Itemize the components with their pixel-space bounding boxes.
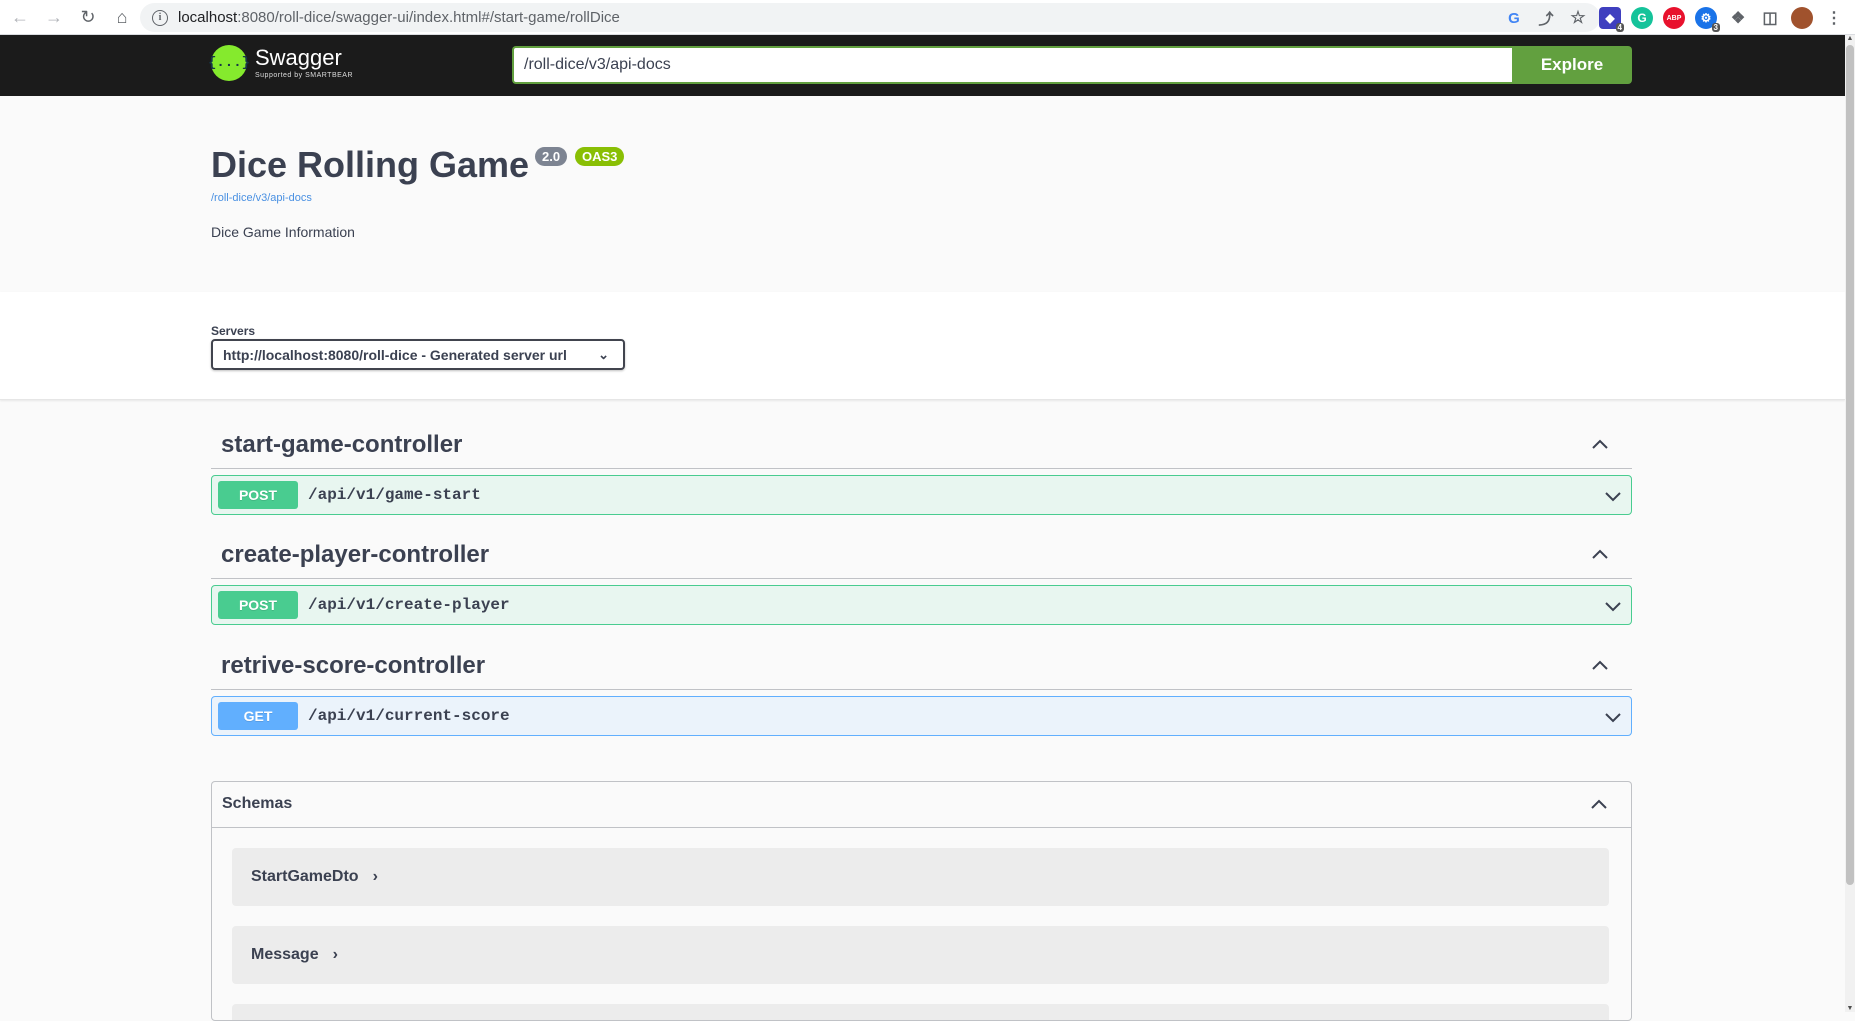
avatar[interactable] xyxy=(1791,7,1813,29)
servers-selected-value: http://localhost:8080/roll-dice - Genera… xyxy=(223,346,567,363)
extension-icon[interactable]: ◆ 4 xyxy=(1599,7,1624,32)
servers-section: Servers http://localhost:8080/roll-dice … xyxy=(0,292,1845,400)
schema-model[interactable]: StartGameDto › xyxy=(232,848,1609,906)
method-badge: POST xyxy=(218,481,298,509)
version-badge: 2.0 xyxy=(535,147,568,166)
logo-tagline: Supported by SMARTBEAR xyxy=(255,72,354,79)
method-badge: GET xyxy=(218,702,298,730)
tag-title: retrive-score-controller xyxy=(221,652,486,679)
schemas-title: Schemas xyxy=(222,795,293,812)
url-path: :8080/roll-dice/swagger-ui/index.html#/s… xyxy=(237,9,620,26)
forward-icon[interactable]: → xyxy=(40,3,68,31)
chevron-down-icon[interactable] xyxy=(1601,594,1625,618)
chevron-down-icon[interactable] xyxy=(1601,705,1625,729)
page-title: Dice Rolling Game xyxy=(211,144,530,185)
chevron-up-icon[interactable] xyxy=(1587,793,1611,817)
puzzle-icon[interactable]: ❖ xyxy=(1727,7,1749,29)
browser-toolbar: ← → ↻ ⌂ i localhost:8080/roll-dice/swagg… xyxy=(0,0,1855,35)
share-icon[interactable]: ⤴ xyxy=(1535,7,1557,29)
operation-get-current-score[interactable]: GET /api/v1/current-score xyxy=(211,696,1632,736)
swagger-logo[interactable]: {...} Swagger Supported by SMARTBEAR xyxy=(208,45,354,81)
url-host: localhost xyxy=(178,9,238,26)
tag-title: create-player-controller xyxy=(221,541,490,568)
chevron-down-icon: ⌄ xyxy=(598,347,609,362)
address-bar[interactable]: i localhost:8080/roll-dice/swagger-ui/in… xyxy=(140,3,1600,32)
chevron-right-icon: › xyxy=(372,868,378,885)
page-scrollbar[interactable]: ▲ ▼ xyxy=(1845,35,1855,1012)
operation-path: /api/v1/game-start xyxy=(308,486,481,504)
servers-label: Servers xyxy=(211,324,256,338)
scroll-thumb[interactable] xyxy=(1846,45,1854,885)
oas-badge: OAS3 xyxy=(575,147,625,166)
side-panel-icon[interactable]: ◫ xyxy=(1759,7,1781,29)
tag-retrive-score-controller[interactable]: retrive-score-controller xyxy=(211,642,1632,690)
schema-name: StartGameDto xyxy=(251,868,359,885)
swagger-logo-icon: {...} xyxy=(208,45,250,81)
back-icon[interactable]: ← xyxy=(6,3,34,31)
adblock-icon[interactable]: ABP xyxy=(1663,7,1685,29)
explore-button[interactable]: Explore xyxy=(1512,46,1632,84)
schema-model[interactable] xyxy=(232,1004,1609,1020)
operation-path: /api/v1/current-score xyxy=(308,707,510,725)
extension-badge: 4 xyxy=(1615,23,1624,32)
tag-title: start-game-controller xyxy=(221,431,463,458)
spec-url-input[interactable] xyxy=(512,46,1512,84)
logo-name: Swagger xyxy=(255,45,342,70)
schemas-header[interactable]: Schemas xyxy=(212,782,1631,828)
reload-icon[interactable]: ↻ xyxy=(74,3,102,31)
info-section: Dice Rolling Game 2.0 OAS3 /roll-dice/v3… xyxy=(0,96,1845,292)
chevron-up-icon[interactable] xyxy=(1588,433,1612,457)
operation-path: /api/v1/create-player xyxy=(308,596,510,614)
site-info-icon[interactable]: i xyxy=(152,9,168,26)
tag-start-game-controller[interactable]: start-game-controller xyxy=(211,421,1632,469)
method-badge: POST xyxy=(218,591,298,619)
bookmark-star-icon[interactable]: ☆ xyxy=(1567,7,1589,29)
scroll-up-icon[interactable]: ▲ xyxy=(1846,35,1854,42)
grammarly-icon[interactable]: G xyxy=(1631,7,1653,29)
schema-name: Message xyxy=(251,946,319,963)
spec-link[interactable]: /roll-dice/v3/api-docs xyxy=(211,192,312,204)
settings-extension-icon[interactable]: ⚙ 3 xyxy=(1695,7,1720,32)
servers-select[interactable]: http://localhost:8080/roll-dice - Genera… xyxy=(211,339,625,370)
extension-badge: 3 xyxy=(1711,23,1720,32)
chevron-up-icon[interactable] xyxy=(1588,654,1612,678)
menu-kebab-icon[interactable]: ⋮ xyxy=(1823,7,1845,29)
tag-create-player-controller[interactable]: create-player-controller xyxy=(211,531,1632,579)
operation-post-create-player[interactable]: POST /api/v1/create-player xyxy=(211,585,1632,625)
schemas-section: Schemas StartGameDto › Message › xyxy=(211,781,1632,1021)
google-icon[interactable]: G xyxy=(1503,7,1525,29)
chevron-up-icon[interactable] xyxy=(1588,543,1612,567)
swagger-topbar: {...} Swagger Supported by SMARTBEAR Exp… xyxy=(0,35,1845,96)
chevron-right-icon: › xyxy=(332,946,338,963)
operation-post-game-start[interactable]: POST /api/v1/game-start xyxy=(211,475,1632,515)
api-description: Dice Game Information xyxy=(211,224,355,240)
chevron-down-icon[interactable] xyxy=(1601,484,1625,508)
schema-model[interactable]: Message › xyxy=(232,926,1609,984)
home-icon[interactable]: ⌂ xyxy=(108,3,136,31)
scroll-down-icon[interactable]: ▼ xyxy=(1846,1005,1854,1012)
extensions-area: G ⤴ ☆ ◆ 4 G ABP ⚙ 3 ❖ ◫ ⋮ xyxy=(1503,4,1845,32)
